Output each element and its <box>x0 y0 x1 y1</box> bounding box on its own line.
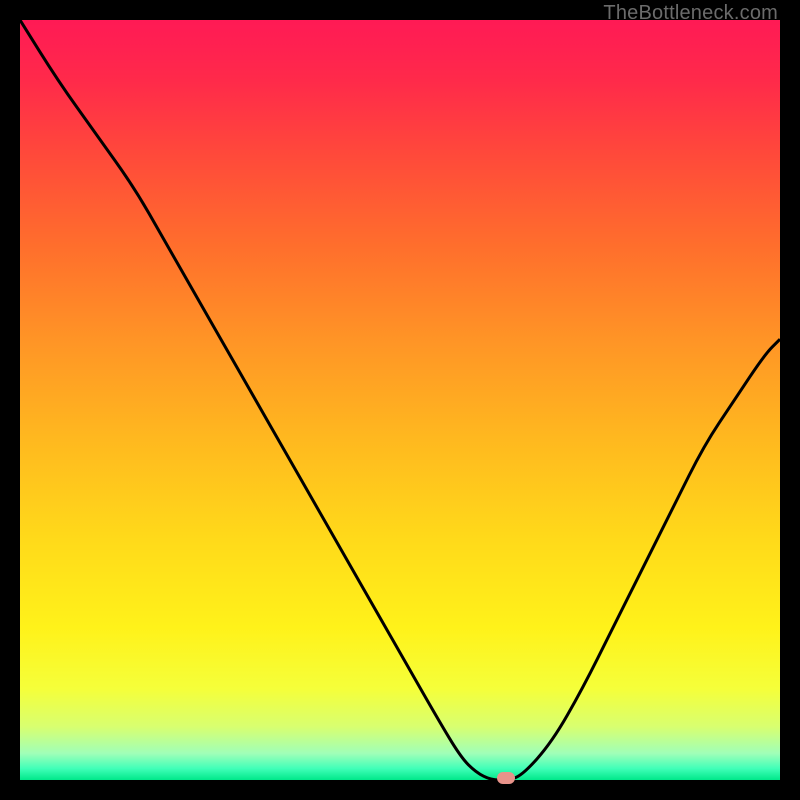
bottleneck-curve <box>20 20 780 780</box>
optimal-marker <box>497 772 515 784</box>
curve-layer <box>20 20 780 780</box>
plot-area <box>20 20 780 780</box>
watermark-text: TheBottleneck.com <box>603 2 778 25</box>
